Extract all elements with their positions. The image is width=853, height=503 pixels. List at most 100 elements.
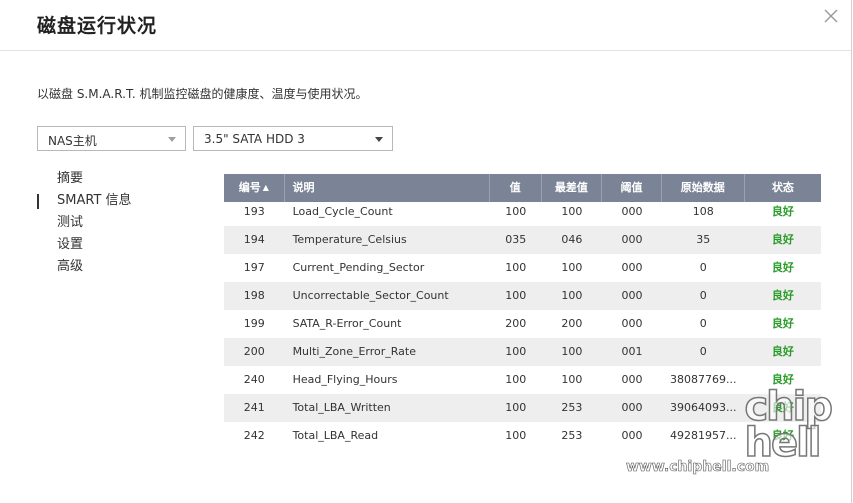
- cell-description: SATA_R-Error_Count: [292, 317, 402, 330]
- cell-id: 194: [243, 233, 265, 246]
- cell-raw-data: 0: [699, 261, 707, 274]
- table-row[interactable]: 199 SATA_R-Error_Count 200 200 000 0 良好: [224, 310, 821, 338]
- cell-raw-data: 35: [696, 233, 711, 246]
- smart-table-header: 编号 ▲ 说明 值 最差值 阈值 原始数据 状态: [224, 174, 821, 202]
- column-header-raw-data[interactable]: 原始数据: [662, 174, 745, 202]
- cell-value: 100: [505, 205, 527, 218]
- cell-id: 199: [243, 317, 265, 330]
- table-row[interactable]: 241 Total_LBA_Written 100 253 000 39064093...…: [224, 394, 821, 422]
- cell-status: 良好: [771, 233, 794, 246]
- cell-threshold: 000: [621, 317, 643, 330]
- header-divider: [0, 50, 851, 51]
- column-header-description[interactable]: 说明: [285, 174, 490, 202]
- cell-threshold: 000: [621, 289, 643, 302]
- cell-description: Multi_Zone_Error_Rate: [292, 345, 416, 358]
- cell-id: 197: [243, 261, 265, 274]
- cell-value: 200: [505, 317, 527, 330]
- disk-select[interactable]: 3.5" SATA HDD 3: [193, 126, 393, 151]
- chevron-down-icon: [375, 137, 383, 142]
- column-header-id[interactable]: 编号 ▲: [224, 174, 285, 202]
- table-row[interactable]: 194 Temperature_Celsius 035 046 000 35 良好: [224, 226, 821, 254]
- cell-raw-data: 0: [699, 345, 707, 358]
- cell-description: Total_LBA_Written: [292, 401, 391, 414]
- cell-status: 良好: [771, 289, 794, 302]
- cell-worst: 253: [561, 429, 583, 442]
- cell-worst: 100: [561, 289, 583, 302]
- watermark-url: www.chiphell.com: [626, 459, 770, 476]
- cell-raw-data: 0: [699, 289, 707, 302]
- nav-item-advanced[interactable]: 高级: [37, 256, 132, 278]
- close-button[interactable]: [821, 6, 841, 26]
- nas-select[interactable]: NAS主机: [37, 126, 186, 151]
- cell-worst: 046: [561, 233, 583, 246]
- cell-raw-data: 0: [699, 317, 707, 330]
- nas-select-value: NAS主机: [48, 134, 97, 148]
- cell-threshold: 000: [621, 373, 643, 386]
- cell-id: 200: [243, 345, 265, 358]
- cell-description: Total_LBA_Read: [292, 429, 379, 442]
- nav-item-summary[interactable]: 摘要: [37, 168, 132, 190]
- cell-worst: 100: [561, 205, 583, 218]
- watermark-logo: chip hell: [744, 384, 834, 466]
- cell-value: 100: [505, 261, 527, 274]
- cell-id: 198: [243, 289, 265, 302]
- cell-status: 良好: [771, 345, 794, 358]
- cell-id: 193: [243, 205, 265, 218]
- cell-threshold: 000: [621, 261, 643, 274]
- table-row[interactable]: 197 Current_Pending_Sector 100 100 000 0 良好: [224, 254, 821, 282]
- cell-raw-data: 39064093...: [670, 401, 737, 414]
- cell-worst: 100: [561, 261, 583, 274]
- cell-worst: 253: [561, 401, 583, 414]
- cell-threshold: 000: [621, 401, 643, 414]
- table-row[interactable]: 193 Load_Cycle_Count 100 100 000 108 良好: [224, 198, 821, 226]
- cell-value: 100: [505, 289, 527, 302]
- cell-value: 100: [505, 401, 527, 414]
- cell-description: Load_Cycle_Count: [292, 205, 393, 218]
- table-row[interactable]: 242 Total_LBA_Read 100 253 000 49281957... 良好: [224, 422, 821, 450]
- column-header-threshold[interactable]: 阈值: [602, 174, 662, 202]
- side-nav: 摘要 SMART 信息 测试 设置 高级: [37, 168, 132, 278]
- nav-item-settings[interactable]: 设置: [37, 234, 132, 256]
- column-header-status[interactable]: 状态: [745, 174, 821, 202]
- cell-id: 242: [243, 429, 265, 442]
- disk-select-value: 3.5" SATA HDD 3: [204, 132, 305, 146]
- table-row[interactable]: 240 Head_Flying_Hours 100 100 000 38087769...…: [224, 366, 821, 394]
- cell-worst: 100: [561, 373, 583, 386]
- column-header-id-label: 编号: [238, 181, 261, 194]
- column-header-value[interactable]: 值: [490, 174, 542, 202]
- cell-worst: 100: [561, 345, 583, 358]
- table-row[interactable]: 198 Uncorrectable_Sector_Count 100 100 000 0 良…: [224, 282, 821, 310]
- cell-status: 良好: [771, 261, 794, 274]
- smart-table-body[interactable]: 193 Load_Cycle_Count 100 100 000 108 良好 194 Temp…: [224, 198, 821, 450]
- cell-threshold: 000: [621, 205, 643, 218]
- cell-value: 035: [505, 233, 527, 246]
- nav-item-smart-info[interactable]: SMART 信息: [37, 190, 132, 212]
- column-header-worst[interactable]: 最差值: [542, 174, 603, 202]
- dialog-title: 磁盘运行状况: [37, 15, 158, 37]
- cell-status: 良好: [771, 205, 794, 218]
- cell-id: 241: [243, 401, 265, 414]
- dialog-description: 以磁盘 S.M.A.R.T. 机制监控磁盘的健康度、温度与使用状况。: [37, 87, 368, 101]
- smart-table: 193 Load_Cycle_Count 100 100 000 108 良好 194 Temp…: [224, 174, 821, 479]
- disk-health-dialog: 磁盘运行状况 以磁盘 S.M.A.R.T. 机制监控磁盘的健康度、温度与使用状况…: [0, 0, 852, 503]
- cell-value: 100: [505, 373, 527, 386]
- cell-raw-data: 108: [692, 205, 714, 218]
- cell-threshold: 001: [621, 345, 643, 358]
- cell-id: 240: [243, 373, 265, 386]
- cell-description: Temperature_Celsius: [292, 233, 407, 246]
- sort-asc-icon: ▲: [262, 183, 269, 192]
- nav-item-test[interactable]: 测试: [37, 212, 132, 234]
- cell-value: 100: [505, 429, 527, 442]
- cell-description: Uncorrectable_Sector_Count: [292, 289, 449, 302]
- chevron-down-icon: [168, 137, 176, 142]
- cell-value: 100: [505, 345, 527, 358]
- cell-status: 良好: [771, 317, 794, 330]
- close-icon: [824, 9, 838, 23]
- cell-description: Head_Flying_Hours: [292, 373, 398, 386]
- cell-worst: 200: [561, 317, 583, 330]
- cell-description: Current_Pending_Sector: [292, 261, 425, 274]
- cell-threshold: 000: [621, 429, 643, 442]
- table-row[interactable]: 200 Multi_Zone_Error_Rate 100 100 001 0 良好: [224, 338, 821, 366]
- cell-threshold: 000: [621, 233, 643, 246]
- cell-raw-data: 49281957...: [670, 429, 737, 442]
